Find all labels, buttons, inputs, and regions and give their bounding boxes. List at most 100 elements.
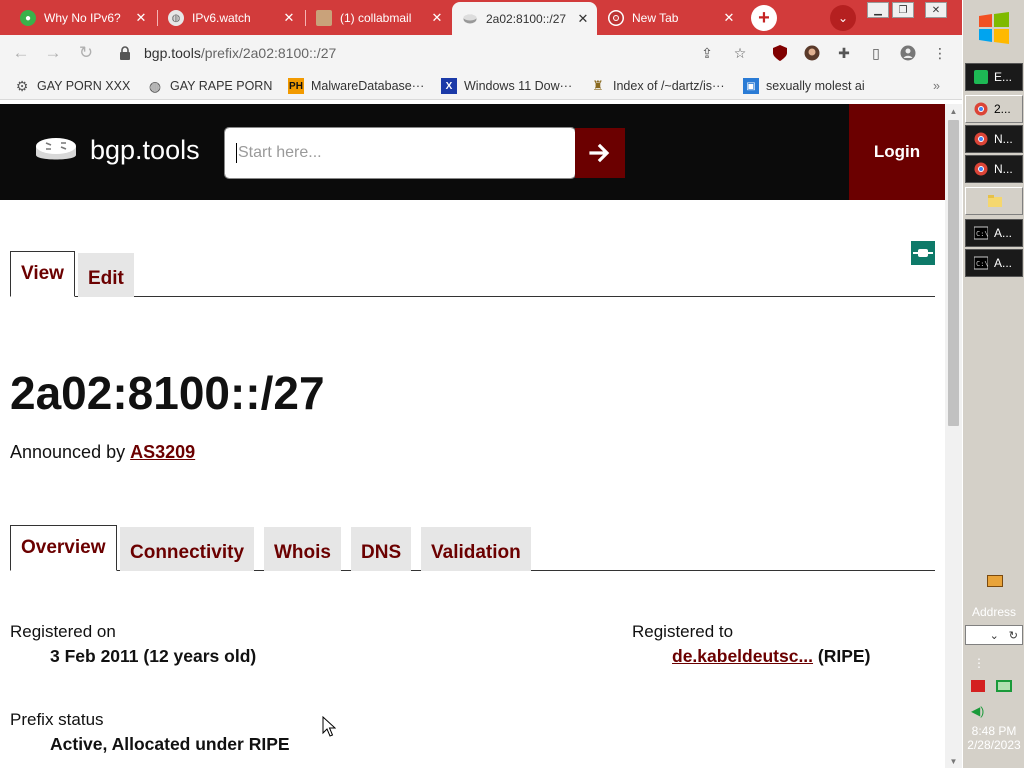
- search-submit-button[interactable]: [575, 128, 625, 178]
- new-tab-button[interactable]: +: [751, 5, 777, 31]
- task-cmd-2[interactable]: C:\ A...: [965, 249, 1023, 277]
- browser-window: ● Why No IPv6? ✕ ◍ IPv6.watch ✕ (1) coll…: [0, 0, 962, 768]
- tab-connectivity[interactable]: Connectivity: [120, 527, 255, 571]
- cmd-icon: C:\: [974, 226, 988, 240]
- tab-ipv6-watch[interactable]: ◍ IPv6.watch ✕: [158, 3, 303, 33]
- folder-icon: [988, 195, 1002, 207]
- chevron-down-icon[interactable]: ⌄: [990, 629, 999, 642]
- task-cmd-1[interactable]: C:\ A...: [965, 219, 1023, 247]
- close-window-button[interactable]: ✕: [925, 2, 947, 18]
- forward-arrow-icon: →: [44, 43, 62, 62]
- mouse-cursor-icon: [322, 716, 336, 737]
- globe-icon: ◍: [168, 10, 184, 26]
- cmd-icon: C:\: [974, 256, 988, 270]
- tab-collabmail[interactable]: (1) collabmail ✕: [306, 3, 451, 33]
- side-panel-icon[interactable]: ▯: [867, 44, 885, 62]
- x-icon: X: [441, 78, 457, 94]
- bookmark-item[interactable]: ♜ Index of /~dartz/is···: [590, 77, 724, 95]
- tab-new-tab[interactable]: New Tab ✕: [598, 3, 743, 33]
- prefix-status-value: Active, Allocated under RIPE: [50, 734, 290, 754]
- restore-button[interactable]: ❐: [892, 2, 914, 18]
- tab-search-button[interactable]: ⌄: [830, 5, 856, 31]
- keyboard-icon[interactable]: [987, 575, 1003, 587]
- chrome-icon: [974, 102, 988, 116]
- address-bar[interactable]: bgp.tools/prefix/2a02:8100::/27: [108, 40, 758, 66]
- profile-icon[interactable]: [899, 44, 917, 62]
- extensions-puzzle-icon[interactable]: ✚: [835, 44, 853, 62]
- people-icon: [316, 10, 332, 26]
- spotify-icon: [974, 70, 988, 84]
- refresh-icon[interactable]: ↻: [1009, 629, 1018, 642]
- bookmark-item[interactable]: PH MalwareDatabase···: [288, 77, 424, 95]
- bookmark-item[interactable]: ◍ GAY RAPE PORN: [147, 77, 272, 95]
- close-tab-icon[interactable]: ✕: [281, 10, 297, 26]
- scroll-up-icon[interactable]: ▲: [945, 104, 962, 118]
- url-text: bgp.tools/prefix/2a02:8100::/27: [144, 45, 337, 61]
- back-arrow-icon: ←: [12, 43, 30, 62]
- close-tab-icon[interactable]: ✕: [575, 11, 591, 27]
- bookmarks-bar: ⚙ GAY PORN XXX ◍ GAY RAPE PORN PH MalwareDa…: [0, 71, 962, 100]
- tab-overview[interactable]: Overview: [10, 525, 117, 571]
- address-toolbar-label: Address: [971, 605, 1017, 619]
- tab-validation[interactable]: Validation: [421, 527, 531, 571]
- text-caret: [236, 143, 237, 163]
- tab-edit[interactable]: Edit: [78, 253, 134, 297]
- person-icon: ♜: [592, 78, 604, 93]
- page-scrollbar[interactable]: ▲ ▼: [945, 104, 962, 768]
- site-logo[interactable]: bgp.tools: [34, 134, 200, 166]
- chrome-icon: [974, 132, 988, 146]
- search-input[interactable]: Start here...: [224, 127, 576, 179]
- task-spotify[interactable]: E...: [965, 63, 1023, 91]
- close-tab-icon[interactable]: ✕: [721, 10, 737, 26]
- ublock-icon[interactable]: [771, 44, 789, 62]
- bookmarks-overflow-button[interactable]: »: [933, 77, 940, 95]
- volume-icon[interactable]: ◀): [971, 704, 984, 718]
- tab-view[interactable]: View: [10, 251, 75, 297]
- registered-to-label: Registered to: [632, 622, 734, 641]
- forward-button[interactable]: →: [42, 42, 64, 64]
- site-header: bgp.tools Start here... Login: [0, 104, 945, 200]
- lock-icon: [120, 46, 130, 60]
- tab-whois[interactable]: Whois: [264, 527, 341, 571]
- share-icon[interactable]: ⇪: [698, 44, 716, 62]
- login-button[interactable]: Login: [849, 104, 945, 200]
- task-chrome-3[interactable]: N...: [965, 155, 1023, 183]
- extension-avatar-icon[interactable]: [803, 44, 821, 62]
- bookmark-item[interactable]: ⚙ GAY PORN XXX: [14, 77, 131, 95]
- globe-icon: ◍: [148, 77, 162, 94]
- task-chrome-2[interactable]: N...: [965, 125, 1023, 153]
- bookmark-star-icon[interactable]: ☆: [731, 44, 749, 62]
- bookmark-item[interactable]: ▣ sexually molest ai: [743, 77, 865, 95]
- tab-bgp-tools[interactable]: 2a02:8100::/27 ✕: [452, 2, 597, 35]
- bookmark-item[interactable]: X Windows 11 Dow···: [441, 77, 572, 95]
- section-tabs: Overview Connectivity Whois DNS Validati…: [10, 512, 935, 571]
- menu-kebab-icon[interactable]: ⋮: [931, 44, 949, 62]
- reload-button[interactable]: ↻: [75, 42, 97, 64]
- svg-text:C:\: C:\: [976, 260, 988, 268]
- registrant-link[interactable]: de.kabeldeutsc...: [672, 646, 813, 666]
- prefix-title: 2a02:8100::/27: [10, 367, 325, 419]
- back-button[interactable]: ←: [10, 42, 32, 64]
- tab-why-no-ipv6[interactable]: ● Why No IPv6? ✕: [10, 3, 155, 33]
- router-icon: [462, 10, 478, 27]
- close-tab-icon[interactable]: ✕: [429, 10, 445, 26]
- chrome-icon: [974, 162, 988, 176]
- address-toolbar-input[interactable]: ⌄ ↻: [965, 625, 1023, 645]
- start-button[interactable]: [963, 0, 1024, 56]
- task-folder[interactable]: [965, 187, 1023, 215]
- action-center-flag-icon[interactable]: [971, 680, 985, 692]
- svg-text:C:\: C:\: [976, 230, 988, 238]
- windows-logo-icon: [979, 12, 1009, 44]
- green-circle-icon: ●: [20, 10, 36, 26]
- system-clock[interactable]: 8:48 PM 2/28/2023: [963, 724, 1024, 752]
- asn-link[interactable]: AS3209: [130, 442, 195, 462]
- close-tab-icon[interactable]: ✕: [133, 10, 149, 26]
- task-chrome-1[interactable]: 2...: [965, 95, 1023, 123]
- scroll-down-icon[interactable]: ▼: [945, 754, 962, 768]
- tab-dns[interactable]: DNS: [351, 527, 412, 571]
- minimize-button[interactable]: ▁: [867, 2, 889, 18]
- announced-by: Announced by AS3209: [10, 442, 196, 462]
- topology-icon[interactable]: [911, 241, 935, 265]
- scroll-thumb[interactable]: [948, 120, 959, 426]
- network-icon[interactable]: [996, 680, 1012, 692]
